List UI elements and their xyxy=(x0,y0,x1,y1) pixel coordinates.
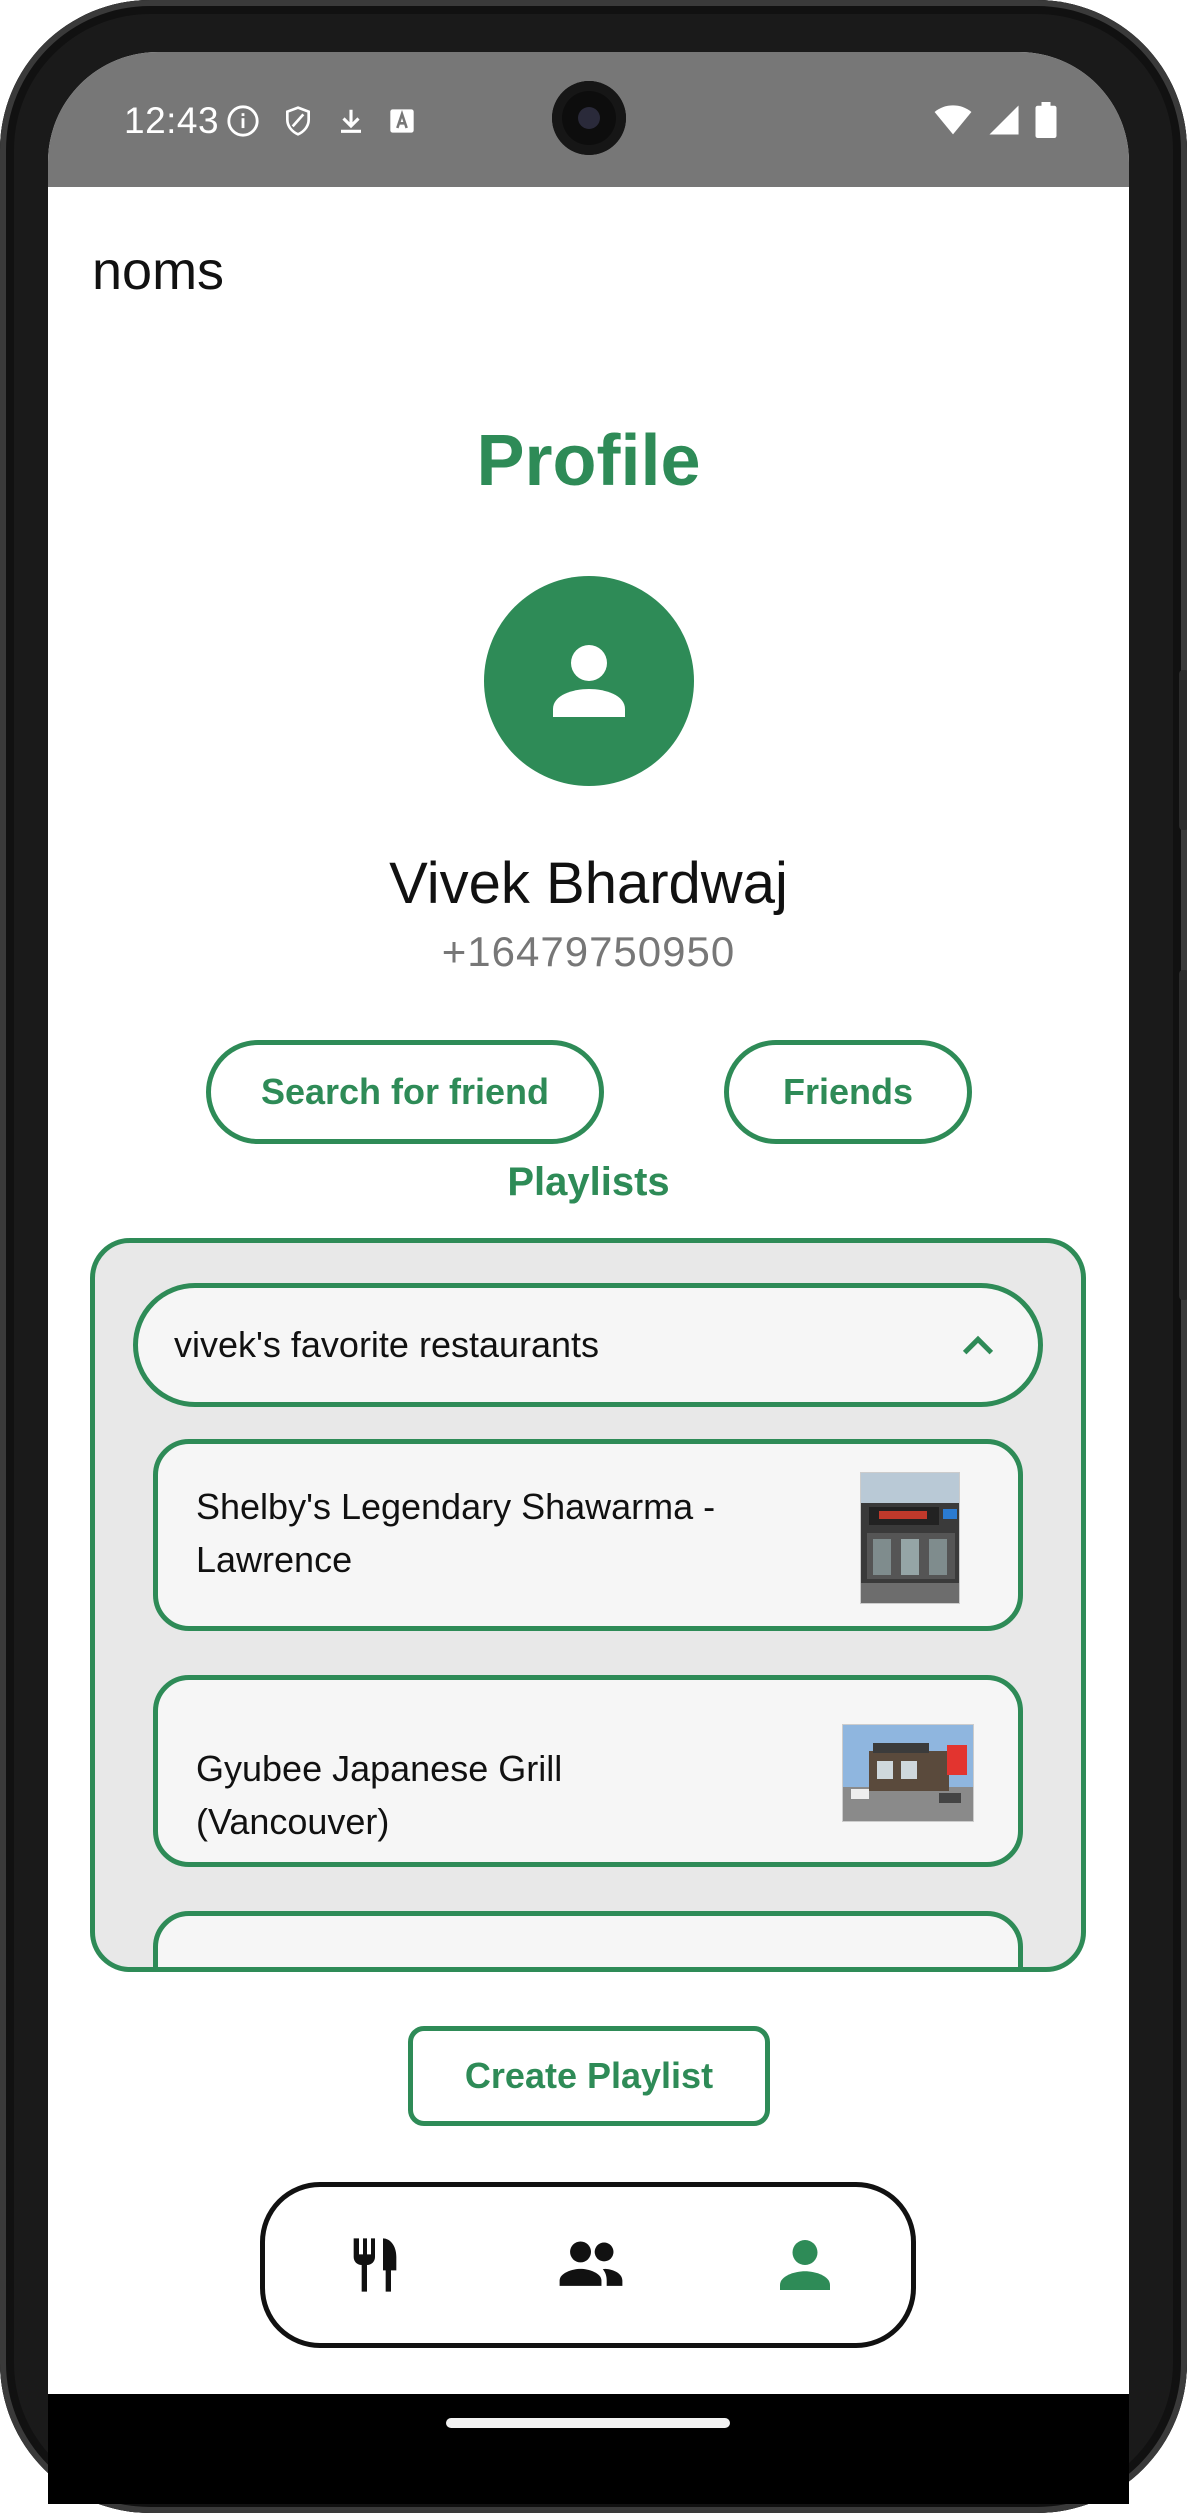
battery-icon xyxy=(1035,102,1057,143)
playlists-label: Playlists xyxy=(507,1160,670,1204)
screen: 12:43 noms Profile Vivek Bhardwaj +16479… xyxy=(48,52,1129,2394)
nav-item-friends[interactable] xyxy=(511,2187,671,2343)
volume-button xyxy=(1179,670,1187,830)
app-title: noms xyxy=(92,241,225,301)
status-icons-left xyxy=(226,104,416,143)
friends-button[interactable]: Friends xyxy=(724,1040,972,1144)
info-icon xyxy=(226,104,260,143)
status-icons-right xyxy=(933,102,1057,143)
user-phone: +16479750950 xyxy=(441,928,736,975)
playlist-title: vivek's favorite restaurants xyxy=(174,1324,600,1365)
user-name: Vivek Bhardwaj xyxy=(389,851,788,916)
restaurant-card[interactable]: Shelby's Legendary Shawarma - Lawrence xyxy=(153,1439,1023,1631)
nav-item-profile[interactable] xyxy=(725,2187,885,2343)
group-icon xyxy=(559,2241,623,2286)
signal-icon xyxy=(987,104,1021,141)
playlist-header[interactable]: vivek's favorite restaurants xyxy=(133,1283,1043,1407)
playlists-container[interactable]: vivek's favorite restaurants Shelby's Le… xyxy=(90,1238,1086,1972)
search-for-friend-button[interactable]: Search for friend xyxy=(206,1040,604,1144)
avatar xyxy=(484,576,694,786)
create-playlist-button[interactable]: Create Playlist xyxy=(408,2026,770,2126)
front-camera xyxy=(552,81,626,155)
page-title: Profile xyxy=(476,421,701,501)
restaurant-name: Gyubee Japanese Grill (Vancouver) xyxy=(196,1748,563,1842)
power-button xyxy=(1179,970,1187,1300)
home-indicator[interactable] xyxy=(446,2418,730,2428)
restaurant-icon xyxy=(353,2238,397,2292)
bottom-nav xyxy=(260,2182,916,2348)
shield-icon xyxy=(282,104,314,143)
nav-item-restaurants[interactable] xyxy=(295,2187,455,2343)
gesture-bar-area xyxy=(48,2394,1129,2504)
person-icon xyxy=(780,2240,830,2290)
wifi-icon xyxy=(933,104,973,141)
download-icon xyxy=(336,104,366,143)
restaurant-photo xyxy=(860,1472,960,1604)
status-time: 12:43 xyxy=(124,100,220,141)
a-box-icon xyxy=(388,106,416,141)
chevron-up-icon[interactable] xyxy=(958,1326,998,1375)
restaurant-card[interactable] xyxy=(153,1911,1023,1967)
restaurant-name: Shelby's Legendary Shawarma - Lawrence xyxy=(196,1486,716,1580)
restaurant-photo xyxy=(842,1724,974,1822)
person-icon xyxy=(553,645,625,717)
status-bar: 12:43 xyxy=(48,52,1129,187)
restaurant-card[interactable]: Gyubee Japanese Grill (Vancouver) xyxy=(153,1675,1023,1867)
